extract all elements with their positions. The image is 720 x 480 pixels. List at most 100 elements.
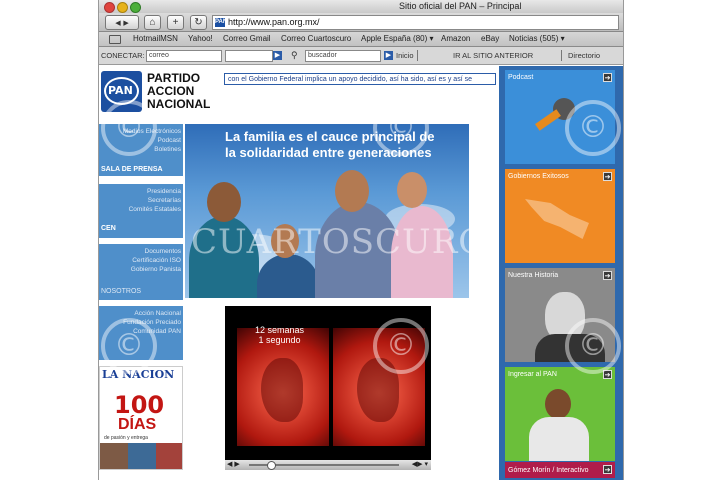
video-caption: 12 semanas 1 segundo	[255, 325, 304, 345]
lnav-title-cen[interactable]: CEN	[101, 224, 116, 233]
reload-button[interactable]: ↻	[190, 15, 207, 30]
card-gobiernos-exitosos[interactable]: Gobiernos Exitosos ➔	[505, 169, 615, 263]
arrow-right-icon[interactable]: ➔	[603, 172, 612, 181]
zoom-window-button[interactable]	[130, 2, 141, 13]
reload-icon: ↻	[194, 17, 203, 28]
lnav-link-comites[interactable]: Comités Estatales	[129, 205, 181, 214]
back-forward-button[interactable]: ◀ ▶	[105, 15, 139, 30]
bookmark-ebay[interactable]: eBay	[481, 32, 499, 46]
address-text[interactable]: http://www.pan.org.mx/	[228, 16, 320, 29]
woman-head	[545, 389, 571, 419]
left-nav-nosotros: Documentos Certificación ISO Gobierno Pa…	[99, 244, 183, 300]
play-controls-icon[interactable]: ◀ ▶	[227, 461, 240, 469]
card-podcast-title: Podcast	[508, 74, 534, 81]
address-bar[interactable]: PAN http://www.pan.org.mx/	[212, 15, 619, 30]
back-icon[interactable]: ◀	[115, 20, 120, 27]
card-ingresar-title: Ingresar al PAN	[508, 371, 557, 378]
girl-head	[397, 172, 427, 208]
lnav-link-documentos[interactable]: Documentos	[145, 247, 182, 256]
lnav-title-nosotros[interactable]: NOSOTROS	[101, 287, 141, 296]
logo-mark-text: PAN	[108, 84, 133, 97]
lnav-title-sala-de-prensa[interactable]: SALA DE PRENSA	[101, 165, 163, 174]
password-input[interactable]	[225, 50, 273, 62]
lnav-link-certificacion[interactable]: Certificación ISO	[132, 256, 181, 265]
search-input[interactable]: buscador	[305, 50, 381, 62]
news-ticker[interactable]: con el Gobierno Federal implica un apoyo…	[224, 73, 496, 85]
toolbar-divider	[417, 50, 418, 61]
copyright-watermark-icon: ©	[565, 100, 621, 156]
bookmark-yahoo[interactable]: Yahoo!	[188, 32, 213, 46]
forward-icon[interactable]: ▶	[123, 20, 128, 27]
card-ingresar[interactable]: Ingresar al PAN ➔	[505, 367, 615, 461]
directorio-link[interactable]: Directorio	[568, 47, 600, 64]
bookmark-amazon[interactable]: Amazon	[441, 32, 470, 46]
browser-window: Sitio oficial del PAN – Principal ◀ ▶ ⌂ …	[98, 0, 624, 480]
video-controls: ◀ ▶ ◀▶ ▾	[225, 460, 431, 470]
home-icon: ⌂	[149, 17, 156, 28]
card-gomez-morin[interactable]: Gómez Morín / Interactivo ➔	[505, 462, 615, 478]
minimize-window-button[interactable]	[117, 2, 128, 13]
window-title: Sitio oficial del PAN – Principal	[399, 1, 522, 11]
add-bookmark-button[interactable]: +	[167, 15, 184, 30]
arrow-right-icon[interactable]: ➔	[603, 465, 612, 474]
search-icon: ⚲	[291, 50, 298, 60]
copyright-watermark-icon: ©	[101, 318, 157, 374]
woman-shirt	[529, 417, 589, 461]
bookmarks-book-icon[interactable]	[109, 35, 121, 44]
conectar-label: CONECTAR:	[101, 51, 145, 60]
site-favicon-icon: PAN	[215, 18, 228, 27]
family-banner[interactable]: La familia es el cauce principal de la s…	[185, 124, 469, 298]
correo-input[interactable]: correo	[146, 50, 222, 62]
embryo-shape	[261, 358, 303, 422]
lnav-link-presidencia[interactable]: Presidencia	[147, 187, 181, 196]
copyright-watermark-icon: ©	[101, 100, 157, 156]
left-nav-cen: Presidencia Secretarías Comités Estatale…	[99, 184, 183, 238]
home-button[interactable]: ⌂	[144, 15, 161, 30]
cuartoscuro-watermark: CUARTOSCURO	[191, 222, 488, 262]
lnav-link-accion-nacional[interactable]: Acción Nacional	[134, 309, 181, 318]
copyright-watermark-icon: ©	[373, 318, 429, 374]
party-name: PARTIDO ACCION NACIONAL	[147, 72, 210, 111]
site-toolbar: CONECTAR: correo ▶ ⚲ buscador ▶ Inicio I…	[99, 47, 623, 65]
party-name-line3: NACIONAL	[147, 97, 211, 111]
bookmark-apple-espana[interactable]: Apple España (80) ▾	[361, 32, 434, 46]
bookmark-noticias[interactable]: Noticias (505) ▾	[509, 32, 565, 46]
video-scrubber-handle[interactable]	[267, 461, 276, 470]
close-window-button[interactable]	[104, 2, 115, 13]
copyright-watermark-icon: ©	[565, 318, 621, 374]
copyright-watermark-icon: ©	[373, 100, 429, 156]
arrow-right-icon[interactable]: ➔	[603, 73, 612, 82]
bookmark-hotmail[interactable]: HotmailMSN	[133, 32, 178, 46]
lnav-link-boletines[interactable]: Boletines	[154, 145, 181, 154]
magazine-big-word: DÍAS	[118, 416, 157, 433]
woman-head	[207, 182, 241, 222]
bookmark-cuartoscuro[interactable]: Correo Cuartoscuro	[281, 32, 351, 46]
lnav-link-podcast[interactable]: Podcast	[158, 136, 182, 145]
video-frame-left: 12 semanas 1 segundo	[237, 325, 329, 446]
inicio-link[interactable]: Inicio	[396, 47, 414, 64]
man-head	[335, 170, 369, 212]
video-caption-line2: 1 segundo	[258, 335, 301, 345]
bookmark-gmail[interactable]: Correo Gmail	[223, 32, 271, 46]
magazine-photo	[156, 443, 182, 469]
navigation-toolbar: ◀ ▶ ⌂ + ↻ PAN http://www.pan.org.mx/	[99, 13, 623, 32]
magazine-photo	[100, 443, 128, 469]
search-go-icon[interactable]: ▶	[384, 51, 393, 60]
plus-icon: +	[172, 17, 179, 28]
volume-controls-icon[interactable]: ◀▶ ▾	[412, 461, 428, 469]
la-nacion-magazine[interactable]: LA NACION 100 DÍAS de pasión y entrega	[99, 366, 183, 470]
lnav-link-gobierno-panista[interactable]: Gobierno Panista	[131, 265, 181, 274]
bookmarks-bar: HotmailMSN Yahoo! Correo Gmail Correo Cu…	[99, 32, 623, 47]
arrow-right-icon[interactable]: ➔	[603, 271, 612, 280]
sitio-anterior-link[interactable]: IR AL SITIO ANTERIOR	[453, 47, 533, 64]
magazine-photo	[128, 443, 156, 469]
card-historia-title: Nuestra Historia	[508, 272, 559, 279]
title-bar: Sitio oficial del PAN – Principal	[99, 0, 623, 14]
lnav-link-secretarias[interactable]: Secretarías	[148, 196, 181, 205]
magazine-big-number: 100	[114, 391, 165, 419]
toolbar-divider	[561, 50, 562, 61]
card-gomez-morin-title: Gómez Morín / Interactivo	[508, 467, 589, 474]
login-arrow-icon[interactable]: ▶	[273, 51, 282, 60]
card-gobiernos-title: Gobiernos Exitosos	[508, 173, 569, 180]
magazine-subtitle: de pasión y entrega	[104, 435, 148, 441]
